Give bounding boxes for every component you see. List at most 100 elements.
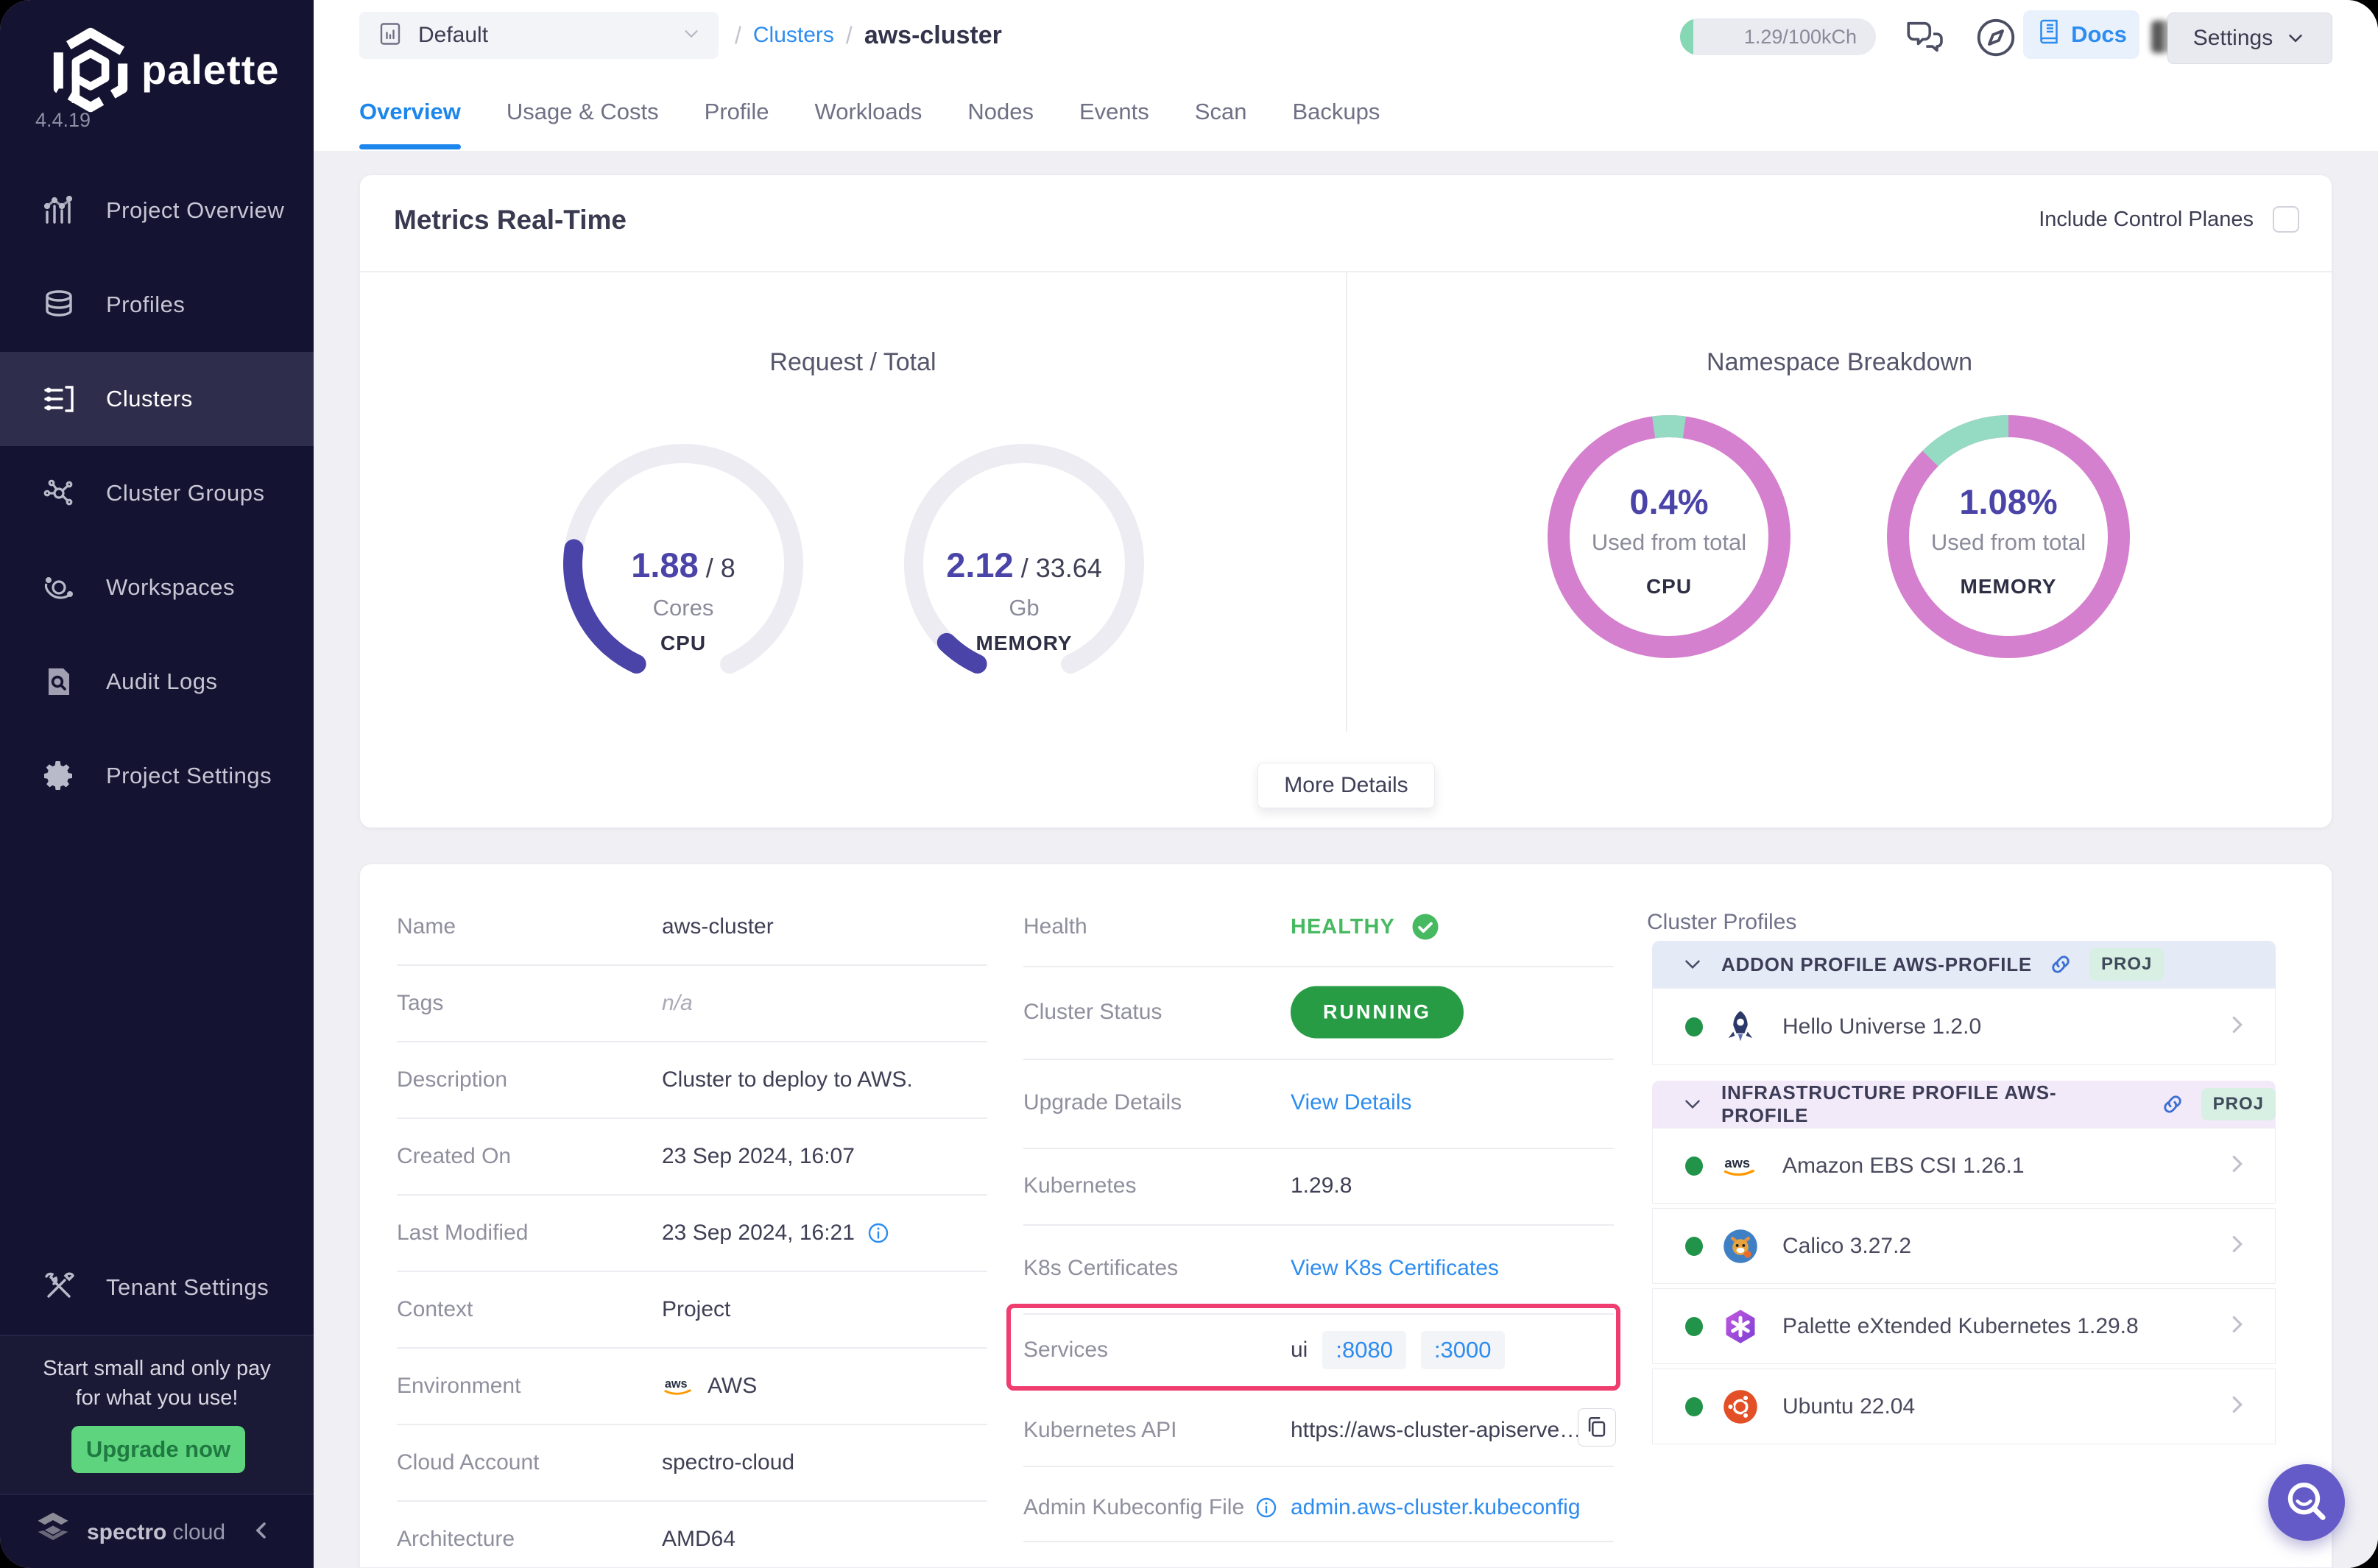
detail-value: Project <box>662 1297 730 1322</box>
settings-dropdown-button[interactable]: Settings <box>2167 13 2332 64</box>
service-port-8080-link[interactable]: :8080 <box>1322 1331 1406 1369</box>
detail-label: Created On <box>397 1144 662 1169</box>
detail-label: Name <box>397 914 662 939</box>
project-selector-dropdown[interactable]: Default <box>359 12 719 59</box>
chat-feedback-icon[interactable] <box>1903 16 1946 63</box>
profile-pack-name: Calico 3.27.2 <box>1782 1234 2223 1259</box>
services-label: Services <box>1023 1338 1108 1363</box>
profile-pack-name: Amazon EBS CSI 1.26.1 <box>1782 1154 2223 1179</box>
sidebar-item-audit-logs[interactable]: Audit Logs <box>0 635 314 729</box>
cpu-total-value: / 8 <box>706 553 735 583</box>
sidebar-item-workspaces[interactable]: Workspaces <box>0 540 314 635</box>
profile-row-hello-universe[interactable]: Hello Universe 1.2.0 <box>1652 988 2276 1065</box>
tab-nodes[interactable]: Nodes <box>967 74 1034 149</box>
more-details-button[interactable]: More Details <box>1257 763 1435 808</box>
palette-app-window: palette 4.4.19 Project Overview Profiles… <box>0 0 2378 1568</box>
kubernetes-api-url: https://aws-cluster-apiserve… <box>1291 1418 1581 1443</box>
breadcrumb-separator: / <box>846 22 853 49</box>
memory-gauge-label: MEMORY <box>899 632 1149 655</box>
tab-workloads[interactable]: Workloads <box>815 74 922 149</box>
chevron-down-icon <box>680 23 702 49</box>
detail-label: Architecture <box>397 1527 662 1552</box>
tab-scan[interactable]: Scan <box>1195 74 1247 149</box>
info-icon[interactable] <box>1255 1496 1278 1519</box>
app-version: 4.4.19 <box>35 109 91 132</box>
calico-logo-icon <box>1719 1225 1762 1268</box>
breadcrumb-separator: / <box>735 22 741 49</box>
tab-profile[interactable]: Profile <box>705 74 769 149</box>
palette-logo-icon <box>47 27 134 113</box>
profile-row-ubuntu[interactable]: Ubuntu 22.04 <box>1652 1369 2276 1444</box>
detail-label: Cloud Account <box>397 1450 662 1475</box>
namespace-memory-ring: 1.08% Used from total MEMORY <box>1883 412 2134 662</box>
chevron-down-icon <box>1680 1092 1705 1117</box>
detail-row-last-modified: Last Modified 23 Sep 2024, 16:21 <box>397 1196 987 1272</box>
cluster-info-column: Name aws-cluster Tags n/a Description Cl… <box>397 889 987 1568</box>
tab-usage-costs[interactable]: Usage & Costs <box>507 74 659 149</box>
sidebar-item-project-overview[interactable]: Project Overview <box>0 163 314 258</box>
detail-value: spectro-cloud <box>662 1450 794 1475</box>
sidebar-item-project-settings[interactable]: Project Settings <box>0 729 314 823</box>
chevron-right-icon <box>2223 1391 2251 1422</box>
brand-name: palette <box>141 46 280 93</box>
row-divider <box>1023 1541 1614 1542</box>
breadcrumb-current-cluster: aws-cluster <box>864 21 1002 50</box>
profile-row-palette-extended-kubernetes[interactable]: Palette eXtended Kubernetes 1.29.8 <box>1652 1288 2276 1364</box>
sidebar-item-tenant-settings[interactable]: Tenant Settings <box>0 1240 314 1335</box>
upgrade-now-button[interactable]: Upgrade now <box>71 1426 245 1473</box>
sidebar-item-clusters[interactable]: Clusters <box>0 352 314 446</box>
sidebar-item-cluster-groups[interactable]: Cluster Groups <box>0 446 314 540</box>
docs-button[interactable]: Docs <box>2023 10 2139 59</box>
view-k8s-certificates-link[interactable]: View K8s Certificates <box>1291 1256 1499 1281</box>
info-icon[interactable] <box>867 1221 890 1245</box>
running-status-pill[interactable]: RUNNING <box>1291 986 1464 1039</box>
view-details-link[interactable]: View Details <box>1291 1090 1412 1115</box>
metrics-card-title: Metrics Real-Time <box>394 205 627 236</box>
include-control-planes-checkbox[interactable] <box>2273 206 2299 233</box>
help-search-fab[interactable] <box>2268 1464 2345 1541</box>
link-icon[interactable] <box>2160 1092 2185 1117</box>
memory-gauge: 2.12/ 33.64 Gb MEMORY <box>899 439 1149 689</box>
sidebar-item-profiles[interactable]: Profiles <box>0 258 314 352</box>
cpu-request-value: 1.88 <box>631 545 698 585</box>
check-circle-icon <box>1410 911 1441 942</box>
detail-label: Context <box>397 1297 662 1322</box>
profile-row-calico[interactable]: Calico 3.27.2 <box>1652 1208 2276 1284</box>
breadcrumb-clusters-link[interactable]: Clusters <box>753 23 834 48</box>
infrastructure-profile-group-header[interactable]: INFRASTRUCTURE PROFILE AWS-PROFILE PROJ <box>1652 1081 2276 1128</box>
usage-quota-pill: 1.29/100kCh <box>1680 18 1876 55</box>
status-dot-green <box>1685 1317 1703 1336</box>
project-scope-icon <box>377 21 403 51</box>
settings-button-label: Settings <box>2193 26 2273 51</box>
copy-icon[interactable] <box>1578 1408 1616 1447</box>
namespace-memory-caption: Used from total <box>1883 529 2134 556</box>
profile-row-amazon-ebs-csi[interactable]: aws Amazon EBS CSI 1.26.1 <box>1652 1128 2276 1204</box>
tab-events[interactable]: Events <box>1079 74 1149 149</box>
sidebar-item-label: Profiles <box>106 292 185 318</box>
row-divider <box>1023 1224 1614 1226</box>
detail-row-description: Description Cluster to deploy to AWS. <box>397 1042 987 1119</box>
detail-label: Description <box>397 1067 662 1092</box>
chevron-right-icon <box>2223 1310 2251 1342</box>
kubernetes-version: 1.29.8 <box>1291 1173 1352 1198</box>
addon-profile-group-header[interactable]: ADDON PROFILE AWS-PROFILE PROJ <box>1652 941 2276 988</box>
kubernetes-label: Kubernetes <box>1023 1173 1136 1198</box>
tab-overview[interactable]: Overview <box>359 74 461 149</box>
k8s-certificates-label: K8s Certificates <box>1023 1256 1178 1281</box>
sidebar-nav: Project Overview Profiles Clusters Clust… <box>0 163 314 823</box>
service-port-3000-link[interactable]: :3000 <box>1421 1331 1505 1369</box>
project-selector-value: Default <box>418 23 488 48</box>
detail-row-architecture: Architecture AMD64 <box>397 1502 987 1568</box>
layers-stack-icon <box>41 287 77 322</box>
chevron-down-icon <box>1680 952 1705 977</box>
link-icon[interactable] <box>2048 952 2073 977</box>
collapse-sidebar-chevron-icon[interactable] <box>249 1517 275 1547</box>
compass-explore-icon[interactable] <box>1973 15 2019 64</box>
network-nodes-icon <box>41 476 77 511</box>
status-dot-green <box>1685 1237 1703 1256</box>
tab-backups[interactable]: Backups <box>1292 74 1380 149</box>
chart-split-divider <box>1346 271 1347 732</box>
detail-value: 23 Sep 2024, 16:21 <box>662 1221 855 1246</box>
namespace-memory-label: MEMORY <box>1883 575 2134 598</box>
kubeconfig-download-link[interactable]: admin.aws-cluster.kubeconfig <box>1291 1495 1581 1520</box>
